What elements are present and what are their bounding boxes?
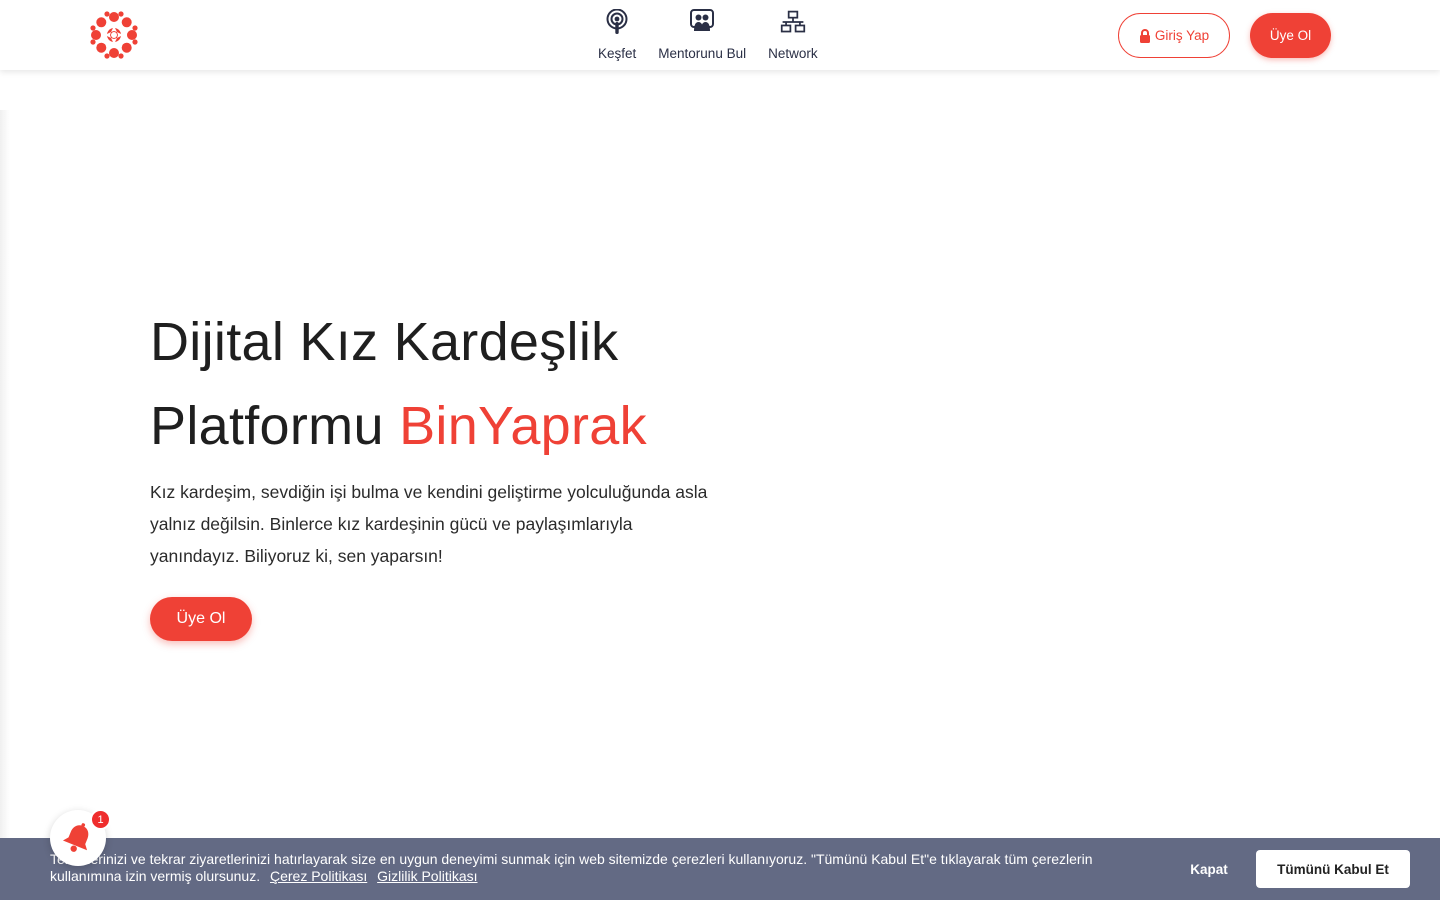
nav-item-mentorunu-bul[interactable]: Mentorunu Bul — [658, 6, 746, 66]
hero-title-line2: Platformu — [150, 396, 400, 456]
page: Keşfet Mentorunu Bul Network Giriş Yap Ü… — [0, 0, 1440, 900]
signup-button-hero[interactable]: Üye Ol — [150, 597, 252, 641]
login-button[interactable]: Giriş Yap — [1118, 13, 1230, 58]
cookie-policy-link[interactable]: Çerez Politikası — [270, 868, 367, 884]
cookie-close-button[interactable]: Kapat — [1172, 850, 1246, 888]
mentor-icon — [689, 8, 715, 36]
cookie-banner: Tercihlerinizi ve tekrar ziyaretlerinizi… — [0, 838, 1440, 900]
nav-label-network: Network — [768, 46, 818, 61]
hero-title-brand: BinYaprak — [399, 396, 647, 456]
cookie-text-block: Tercihlerinizi ve tekrar ziyaretlerinizi… — [50, 851, 1150, 885]
site-header: Keşfet Mentorunu Bul Network Giriş Yap Ü… — [0, 0, 1440, 70]
nav-item-network[interactable]: Network — [768, 6, 818, 66]
nav-label-kesfet: Keşfet — [598, 46, 637, 61]
privacy-policy-link[interactable]: Gizlilik Politikası — [377, 868, 477, 884]
notification-badge: 1 — [90, 809, 111, 830]
signup-button-header[interactable]: Üye Ol — [1250, 13, 1331, 58]
flower-logo-icon — [90, 11, 138, 59]
site-logo[interactable] — [88, 9, 140, 61]
nav-item-kesfet[interactable]: Keşfet — [598, 6, 636, 66]
hero-title-line1: Dijital Kız Kardeşlik — [150, 312, 619, 372]
main-nav: Keşfet Mentorunu Bul Network — [598, 6, 840, 66]
nav-label-mentorunu-bul: Mentorunu Bul — [658, 46, 747, 61]
bell-icon — [62, 823, 89, 852]
lock-icon — [1139, 28, 1150, 43]
podcast-icon — [604, 8, 630, 36]
edge-shadow — [0, 110, 10, 840]
cookie-message: Tercihlerinizi ve tekrar ziyaretlerinizi… — [50, 851, 1093, 884]
login-button-label: Giriş Yap — [1154, 28, 1210, 43]
hero-description: Kız kardeşim, sevdiğin işi bulma ve kend… — [150, 482, 708, 566]
cookie-accept-all-button[interactable]: Tümünü Kabul Et — [1256, 850, 1410, 888]
hero-title: Dijital Kız Kardeşlik Platformu BinYapra… — [150, 300, 850, 468]
network-icon — [780, 8, 806, 36]
